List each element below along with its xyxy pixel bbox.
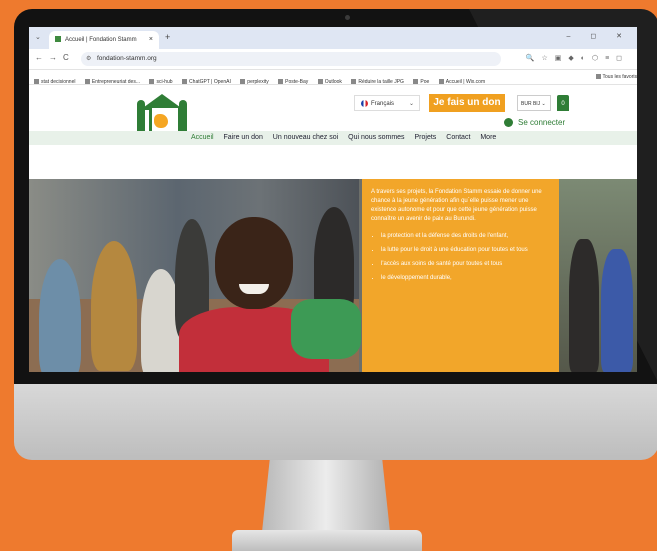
- currency-selector[interactable]: BUR BIJ ⌄: [517, 95, 551, 111]
- navigation-bar: ← → C ⚙ fondation-stamm.org 🔍☆▣◆◐⬡≡◻: [29, 49, 637, 70]
- menu-item-qui-nous-sommes[interactable]: Qui nous sommes: [348, 134, 404, 141]
- all-bookmarks-folder[interactable]: Tous les favoris: [591, 70, 637, 84]
- language-selector[interactable]: Français ⌄: [354, 95, 420, 111]
- france-flag-icon: [361, 99, 368, 107]
- camera-icon: [345, 15, 350, 20]
- tab-title: Accueil | Fondation Stamm: [65, 37, 137, 43]
- tab-accueil[interactable]: Accueil | Fondation Stamm ×: [49, 31, 159, 49]
- favicon-icon: [55, 36, 61, 43]
- reload-button[interactable]: C: [63, 53, 69, 62]
- login-link[interactable]: Se connecter: [504, 118, 565, 128]
- mission-list: la protection et la défense des droits d…: [371, 232, 551, 283]
- list-item: la lutte pour le droit à une éducation p…: [381, 246, 551, 255]
- close-tab-icon[interactable]: ×: [149, 31, 153, 49]
- menu-item-faire-un-don[interactable]: Faire un don: [224, 134, 263, 141]
- url-text: fondation-stamm.org: [97, 55, 157, 62]
- site-info-icon[interactable]: ⚙: [86, 52, 91, 66]
- mission-intro: A travers ses projets, la Fondation Stam…: [371, 189, 542, 222]
- toolbar-icons[interactable]: 🔍☆▣◆◐⬡≡◻: [526, 54, 629, 62]
- menu-item-accueil[interactable]: Accueil: [191, 134, 214, 141]
- bookmarks-bar: stat decisionnel Entrepreneuriat des... …: [29, 70, 637, 85]
- website: Français ⌄ Je fais un don BUR BIJ ⌄ 0 Se…: [29, 84, 637, 372]
- chevron-down-icon: ⌄: [408, 101, 414, 107]
- monitor-base: [232, 530, 422, 551]
- browser-window: ⌄ Accueil | Fondation Stamm × + – ◻ ✕ ← …: [29, 27, 637, 372]
- smiling-child: [215, 217, 293, 309]
- menu-item-projets[interactable]: Projets: [415, 134, 437, 141]
- menu-item-contact[interactable]: Contact: [446, 134, 470, 141]
- address-bar[interactable]: ⚙ fondation-stamm.org: [81, 52, 501, 66]
- tab-bar: ⌄ Accueil | Fondation Stamm × + – ◻ ✕: [29, 27, 637, 49]
- menu-item-more[interactable]: More: [480, 134, 496, 141]
- window-controls[interactable]: – ◻ ✕: [567, 32, 631, 40]
- donate-button[interactable]: Je fais un don: [429, 94, 505, 112]
- main-menu: Accueil Faire un don Un nouveau chez soi…: [29, 131, 637, 145]
- forward-button[interactable]: →: [49, 53, 57, 62]
- list-item: l'accès aux soins de santé pour toutes e…: [381, 260, 551, 269]
- monitor-chin: [14, 384, 657, 460]
- tab-search-icon[interactable]: ⌄: [35, 33, 41, 41]
- user-icon: [504, 118, 513, 128]
- list-item: le développement durable,: [381, 274, 551, 283]
- cart-button[interactable]: 0: [557, 95, 569, 111]
- hero-section: A travers ses projets, la Fondation Stam…: [29, 179, 637, 372]
- mission-text-panel: A travers ses projets, la Fondation Stam…: [362, 179, 559, 372]
- back-button[interactable]: ←: [35, 53, 43, 62]
- menu-item-nouveau-chez-soi[interactable]: Un nouveau chez soi: [273, 134, 338, 141]
- monitor-stand: [262, 460, 390, 532]
- site-header: Français ⌄ Je fais un don BUR BIJ ⌄ 0 Se…: [29, 84, 637, 148]
- new-tab-button[interactable]: +: [165, 32, 170, 42]
- list-item: la protection et la défense des droits d…: [381, 232, 551, 241]
